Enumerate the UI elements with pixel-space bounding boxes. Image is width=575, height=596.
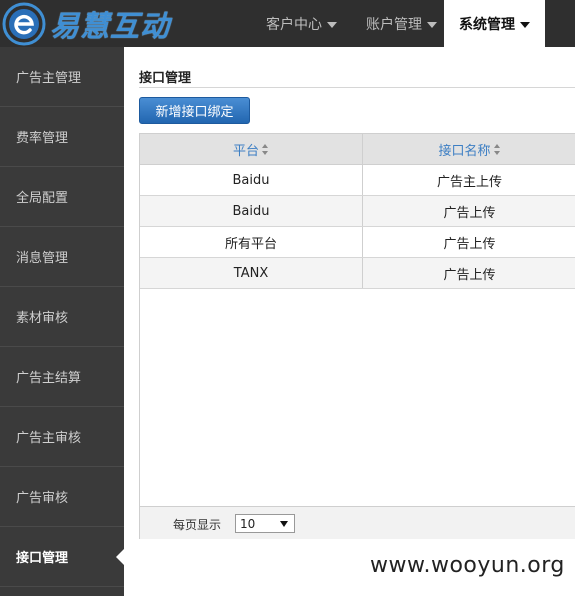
sidebar-item-advertiser-management[interactable]: 广告主管理 [0, 47, 124, 107]
sidebar-item-label: 接口管理 [16, 551, 69, 566]
table-row[interactable]: Baidu 广告上传 [140, 196, 575, 227]
sidebar-item-label: 费率管理 [16, 131, 69, 146]
sidebar-item-interface-management[interactable]: 接口管理 [0, 527, 124, 587]
nav-label: 客户中心 [266, 16, 322, 33]
top-bar: 易慧互动 客户中心 账户管理 系统管理 [0, 0, 575, 47]
sort-icon [262, 143, 269, 155]
column-header-label: 接口名称 [438, 143, 491, 159]
cell-platform: 所有平台 [140, 227, 363, 257]
caret-down-icon [327, 21, 337, 28]
cell-platform: Baidu [140, 165, 363, 195]
watermark-text: www.wooyun.org [370, 553, 565, 578]
sidebar-item-ad-review[interactable]: 广告审核 [0, 467, 124, 527]
interface-table: 平台 接口名称 Baidu 广告主上传 Baidu 广告上传 所有平台 广告上传… [139, 133, 575, 539]
dropdown-arrow-icon [280, 521, 288, 527]
table-row[interactable]: Baidu 广告主上传 [140, 165, 575, 196]
sidebar-item-label: 广告主审核 [16, 431, 82, 446]
page-title: 接口管理 [139, 71, 192, 86]
sidebar-item-label: 广告主结算 [16, 371, 82, 386]
caret-down-icon [427, 21, 437, 28]
sidebar-item-material-review[interactable]: 素材审核 [0, 287, 124, 347]
page-size-select[interactable]: 10 [235, 514, 295, 533]
nav-account-management[interactable]: 账户管理 [366, 0, 437, 47]
add-interface-binding-button[interactable]: 新增接口绑定 [139, 97, 250, 124]
sidebar-item-label: 消息管理 [16, 251, 69, 266]
sidebar-item-advertiser-review[interactable]: 广告主审核 [0, 407, 124, 467]
nav-customer-center[interactable]: 客户中心 [266, 0, 337, 47]
column-header-platform[interactable]: 平台 [140, 134, 363, 164]
logo-e-icon [2, 2, 46, 45]
sidebar-item-global-config[interactable]: 全局配置 [0, 167, 124, 227]
page-size-value: 10 [240, 516, 256, 531]
sidebar-item-label: 素材审核 [16, 311, 69, 326]
nav-label: 系统管理 [459, 16, 515, 33]
sidebar-item-label: 广告审核 [16, 491, 69, 506]
title-divider [139, 87, 575, 88]
sidebar: 广告主管理 费率管理 全局配置 消息管理 素材审核 广告主结算 广告主审核 广告… [0, 47, 124, 596]
table-pager: 每页显示 10 [140, 506, 575, 539]
cell-platform: TANX [140, 258, 363, 288]
column-header-label: 平台 [232, 143, 259, 159]
sidebar-item-rate-management[interactable]: 费率管理 [0, 107, 124, 167]
nav-system-management[interactable]: 系统管理 [444, 0, 545, 47]
caret-down-icon [520, 21, 530, 28]
table-row[interactable]: TANX 广告上传 [140, 258, 575, 289]
active-indicator-icon [116, 548, 124, 565]
sidebar-item-label: 广告主管理 [16, 71, 82, 86]
cell-platform: Baidu [140, 196, 363, 226]
nav-label: 账户管理 [366, 16, 422, 33]
table-row[interactable]: 所有平台 广告上传 [140, 227, 575, 258]
sidebar-item-message-management[interactable]: 消息管理 [0, 227, 124, 287]
cell-interface-name: 广告上传 [443, 267, 496, 283]
sort-icon [493, 143, 501, 155]
column-header-interface-name[interactable]: 接口名称 [363, 134, 575, 164]
cell-interface-name: 广告主上传 [436, 174, 502, 190]
brand-logo[interactable]: 易慧互动 [0, 0, 200, 47]
cell-interface-name: 广告上传 [443, 205, 496, 221]
sidebar-item-advertiser-settlement[interactable]: 广告主结算 [0, 347, 124, 407]
table-header: 平台 接口名称 [140, 134, 575, 165]
logo-text: 易慧互动 [50, 8, 171, 43]
sidebar-item-label: 全局配置 [16, 191, 69, 206]
cell-interface-name: 广告上传 [443, 236, 496, 252]
page-size-label: 每页显示 [173, 518, 222, 532]
